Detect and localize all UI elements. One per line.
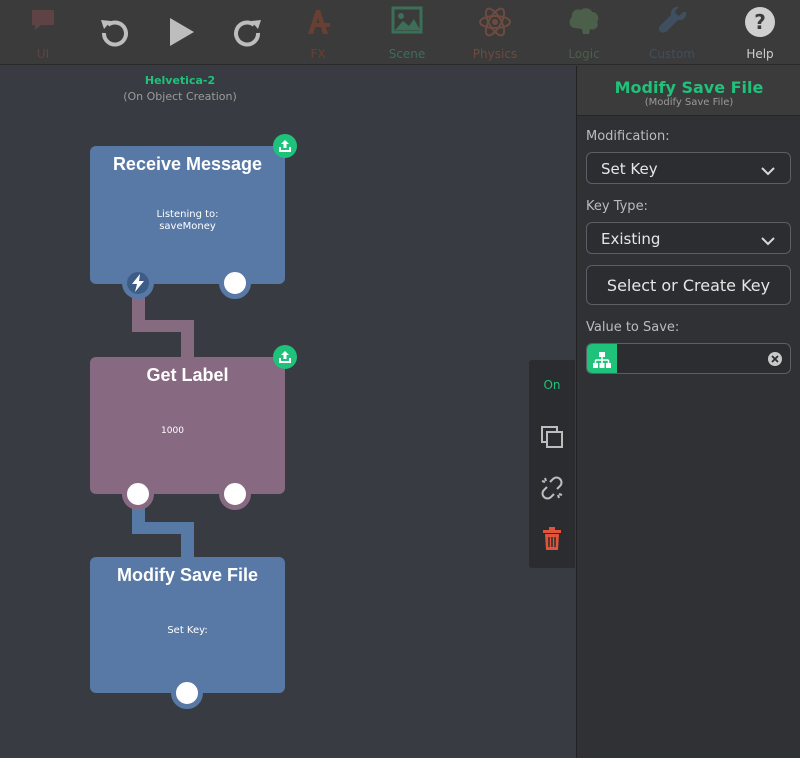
top-toolbar: UI FX Scene Physics Logic Custom ? Help	[0, 0, 800, 65]
node-body-line: saveMoney	[159, 221, 216, 232]
wrench-icon	[657, 6, 687, 40]
chevron-down-icon	[760, 162, 776, 181]
input-port[interactable]	[122, 478, 154, 510]
fx-tool-label: FX	[310, 47, 326, 61]
redo-icon	[232, 16, 264, 52]
unlink-icon[interactable]	[539, 475, 565, 501]
get-label-node[interactable]: Get Label 1000	[90, 345, 297, 510]
receive-message-node[interactable]: Receive Message Listening to: saveMoney	[90, 134, 297, 299]
modification-dropdown[interactable]: Set Key	[586, 152, 791, 184]
fx-tool-button[interactable]: FX	[278, 0, 358, 65]
modification-value: Set Key	[601, 160, 658, 178]
help-label: Help	[746, 47, 774, 61]
modify-save-file-node[interactable]: Modify Save File Set Key:	[90, 557, 285, 709]
logic-tool-label: Logic	[568, 47, 600, 61]
panel-header: Modify Save File (Modify Save File)	[577, 66, 800, 116]
physics-tool-label: Physics	[472, 47, 518, 61]
node-title: Receive Message	[112, 154, 263, 174]
output-port[interactable]	[219, 478, 251, 510]
svg-text:?: ?	[754, 10, 766, 34]
node-body-line: Listening to:	[156, 209, 219, 220]
custom-tool-button[interactable]: Custom	[632, 0, 712, 65]
duplicate-icon[interactable]	[539, 424, 565, 450]
select-or-create-key-button[interactable]: Select or Create Key	[586, 265, 791, 305]
trash-icon[interactable]	[539, 526, 565, 552]
play-icon	[166, 16, 196, 52]
help-button[interactable]: ? Help	[720, 0, 800, 65]
toggle-on-button[interactable]: On	[529, 378, 575, 392]
chevron-down-icon	[760, 232, 776, 251]
key-type-label: Key Type:	[586, 199, 648, 214]
value-to-save-label: Value to Save:	[586, 320, 680, 335]
trigger-output-port[interactable]	[122, 267, 154, 299]
output-port[interactable]	[219, 267, 251, 299]
ui-tool-button[interactable]: UI	[3, 0, 83, 65]
output-port[interactable]	[171, 677, 203, 709]
node-body-line: Set Key:	[167, 625, 208, 636]
atom-icon	[478, 6, 512, 42]
speech-bubble-icon	[29, 6, 57, 38]
logic-tool-button[interactable]: Logic	[544, 0, 624, 65]
properties-panel: Modify Save File (Modify Save File) Modi…	[576, 66, 800, 758]
question-icon: ?	[744, 6, 776, 42]
node-body-line: 1000	[161, 426, 184, 436]
hierarchy-icon[interactable]	[587, 344, 617, 373]
object-name: Helvetica-2	[144, 74, 216, 87]
value-to-save-field[interactable]	[586, 343, 791, 374]
connector-wire	[181, 522, 194, 558]
panel-title: Modify Save File	[614, 78, 764, 97]
modification-label: Modification:	[586, 129, 670, 144]
key-type-value: Existing	[601, 230, 661, 248]
custom-tool-label: Custom	[649, 47, 695, 61]
brain-icon	[567, 6, 601, 40]
node-title: Modify Save File	[116, 565, 259, 585]
node-side-toolbar: On	[529, 360, 575, 568]
fx-letter-icon	[302, 6, 334, 42]
ui-tool-label: UI	[36, 47, 50, 61]
export-icon[interactable]	[273, 134, 297, 158]
clear-icon[interactable]	[768, 352, 782, 366]
node-title: Get Label	[146, 365, 229, 385]
scene-tool-label: Scene	[388, 47, 426, 61]
undo-icon	[98, 16, 130, 52]
image-icon	[391, 6, 423, 40]
export-icon[interactable]	[273, 345, 297, 369]
object-trigger: (On Object Creation)	[123, 90, 237, 103]
physics-tool-button[interactable]: Physics	[455, 0, 535, 65]
connector-wire	[181, 320, 194, 358]
panel-subtitle: (Modify Save File)	[644, 97, 734, 108]
key-type-dropdown[interactable]: Existing	[586, 222, 791, 254]
redo-button[interactable]	[208, 0, 288, 65]
scene-tool-button[interactable]: Scene	[367, 0, 447, 65]
